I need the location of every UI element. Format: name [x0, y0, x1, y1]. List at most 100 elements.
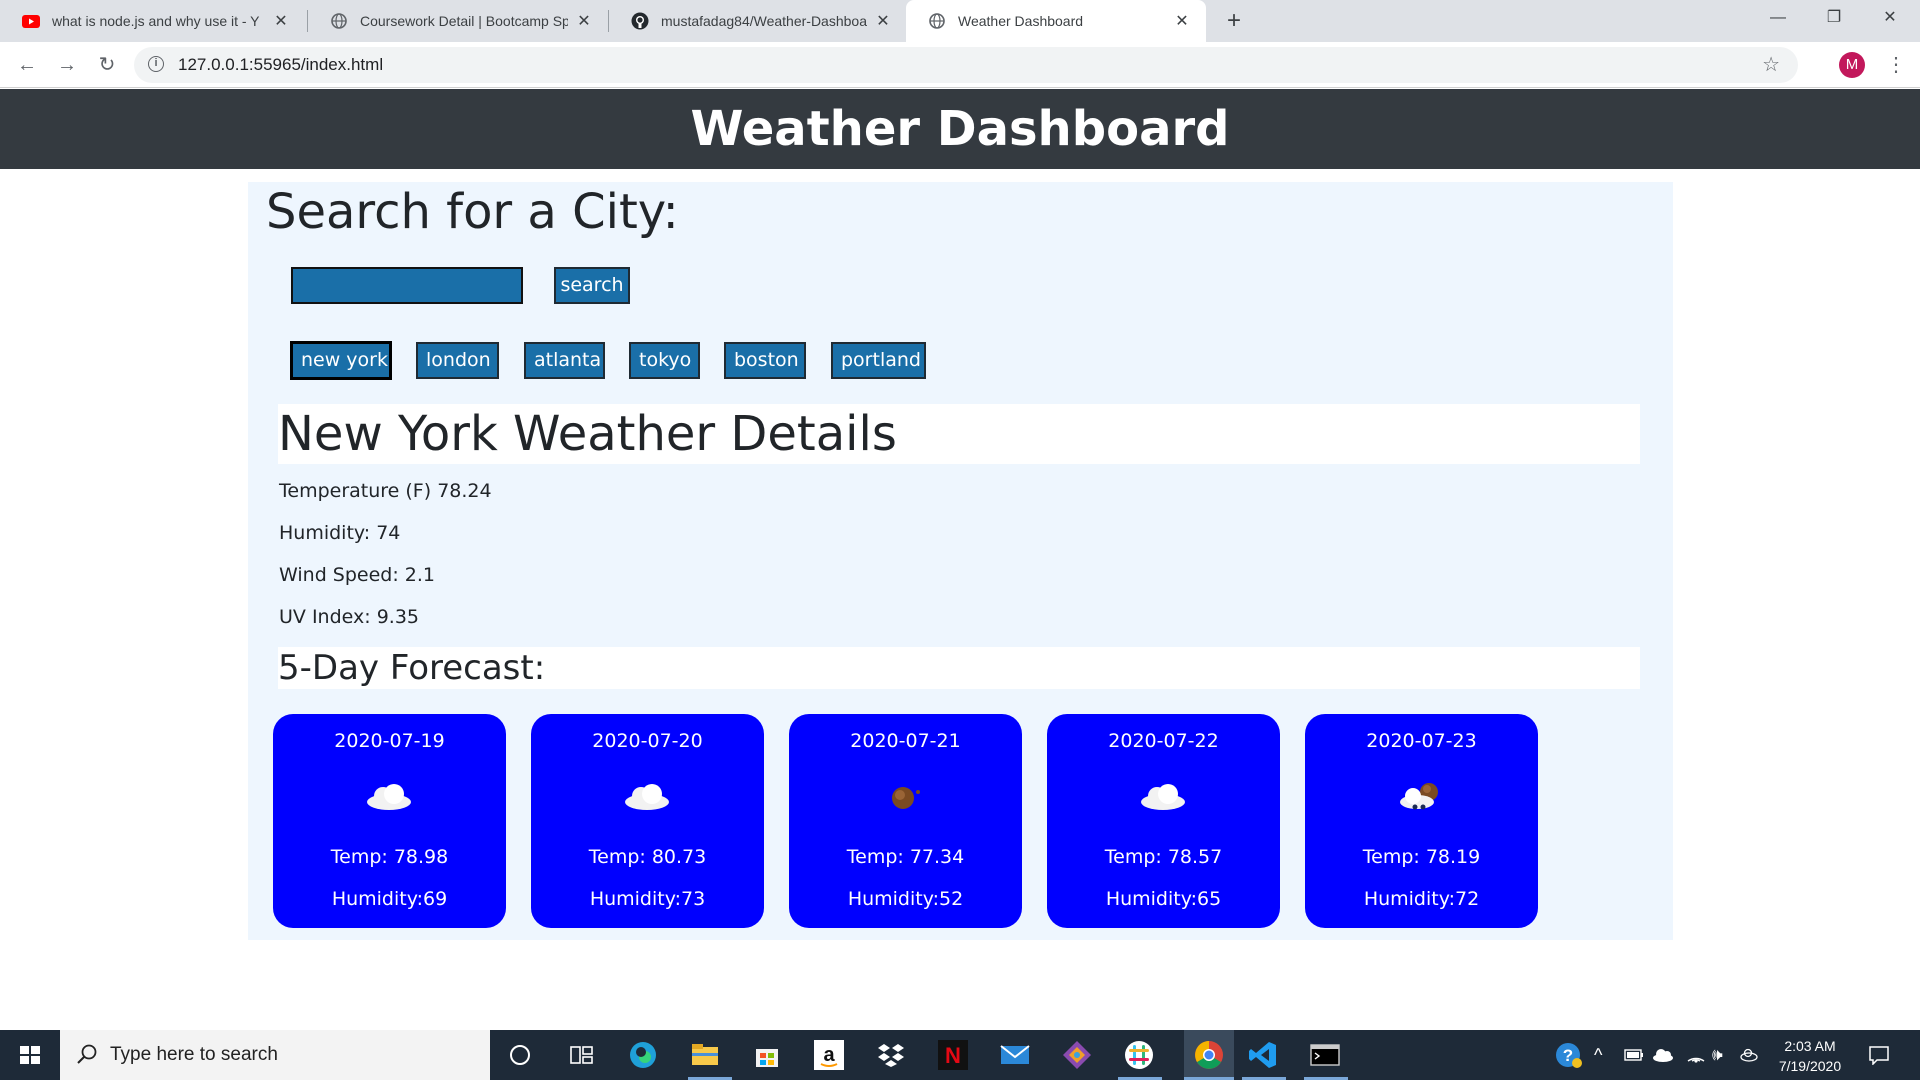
close-icon[interactable]: ✕ [873, 11, 893, 31]
close-icon[interactable]: ✕ [1172, 11, 1192, 31]
git-client-icon[interactable] [1060, 1038, 1094, 1072]
forecast-humidity: Humidity:52 [847, 888, 964, 910]
uv-index-text: UV Index: 9.35 [279, 606, 419, 628]
battery-icon[interactable] [1624, 1030, 1644, 1080]
taskbar: Type here to search a N ? ^ 🕪 2:03 AM 7/… [0, 1030, 1920, 1080]
forward-icon[interactable]: → [52, 50, 82, 80]
tab-title: mustafadag84/Weather-Dashboa [661, 13, 867, 29]
sync-icon[interactable] [1740, 1030, 1758, 1080]
windows-logo-icon [20, 1046, 40, 1064]
windows-start-button[interactable] [0, 1030, 60, 1080]
forecast-card: 2020-07-22 Temp: 78.57 Humidity:65 [1047, 714, 1280, 928]
city-button-boston[interactable]: boston [724, 342, 806, 379]
chrome-icon[interactable] [1184, 1030, 1234, 1080]
close-window-button[interactable]: ✕ [1862, 0, 1918, 36]
search-icon [77, 1044, 97, 1064]
cloud-icon [617, 776, 677, 816]
forecast-title: 5-Day Forecast: [278, 648, 546, 688]
forecast-temp: Temp: 77.34 [846, 846, 965, 868]
back-icon[interactable]: ← [12, 50, 42, 80]
system-clock[interactable]: 2:03 AM 7/19/2020 [1762, 1036, 1858, 1076]
url-text[interactable]: 127.0.0.1:55965/index.html [178, 47, 383, 83]
close-icon[interactable]: ✕ [574, 11, 594, 31]
mail-icon[interactable] [998, 1038, 1032, 1072]
clock-time: 2:03 AM [1784, 1038, 1836, 1054]
info-icon[interactable]: i [148, 56, 164, 72]
rain-cloud-icon [1391, 776, 1451, 816]
forecast-header: 5-Day Forecast: [278, 647, 1640, 689]
forecast-humidity: Humidity:72 [1363, 888, 1480, 910]
wifi-icon[interactable] [1686, 1030, 1706, 1080]
city-search-input[interactable] [291, 267, 523, 304]
help-icon[interactable]: ? [1554, 1030, 1582, 1080]
forecast-card: 2020-07-23 Temp: 78.19 Humidity:72 [1305, 714, 1538, 928]
city-button-portland[interactable]: portland [831, 342, 926, 379]
tab-youtube[interactable]: what is node.js and why use it - Y ✕ [0, 0, 305, 42]
forecast-date: 2020-07-20 [592, 730, 703, 752]
svg-text:?: ? [1563, 1046, 1573, 1065]
amazon-icon[interactable]: a [812, 1038, 846, 1072]
forecast-date: 2020-07-21 [850, 730, 961, 752]
search-button[interactable]: search [554, 267, 630, 304]
tab-coursework[interactable]: Coursework Detail | Bootcamp Sp ✕ [308, 0, 608, 42]
tab-weather-dashboard[interactable]: Weather Dashboard ✕ [906, 0, 1206, 42]
browser-toolbar: ← → ↻ i 127.0.0.1:55965/index.html ☆ M ⋮ [0, 42, 1920, 88]
close-icon[interactable]: ✕ [271, 11, 291, 31]
menu-icon[interactable]: ⋮ [1884, 50, 1908, 80]
svg-text:a: a [823, 1044, 835, 1066]
forecast-date: 2020-07-23 [1366, 730, 1477, 752]
notification-center-icon[interactable] [1868, 1030, 1890, 1080]
clock-date: 7/19/2020 [1778, 1058, 1842, 1074]
city-button-tokyo[interactable]: tokyo [629, 342, 700, 379]
vscode-icon[interactable] [1246, 1038, 1280, 1072]
forecast-card: 2020-07-21 Temp: 77.34 Humidity:52 [789, 714, 1022, 928]
taskbar-search-placeholder: Type here to search [110, 1044, 278, 1065]
forecast-humidity: Humidity:69 [331, 888, 448, 910]
cortana-icon[interactable] [503, 1038, 537, 1072]
youtube-icon [22, 12, 40, 30]
cloud-icon [1133, 776, 1193, 816]
city-button-atlanta[interactable]: atlanta [524, 342, 605, 379]
forecast-date: 2020-07-22 [1108, 730, 1219, 752]
forecast-humidity: Humidity:65 [1105, 888, 1222, 910]
volume-icon[interactable]: 🕪 [1712, 1030, 1723, 1080]
onedrive-cloud-icon[interactable] [1652, 1030, 1674, 1080]
cloud-icon [359, 776, 419, 816]
minimize-button[interactable]: — [1750, 0, 1806, 36]
wind-speed-text: Wind Speed: 2.1 [279, 564, 436, 586]
new-tab-button[interactable]: + [1219, 6, 1249, 36]
humidity-text: Humidity: 74 [279, 522, 401, 544]
reload-icon[interactable]: ↻ [92, 50, 122, 80]
terminal-icon[interactable] [1308, 1038, 1342, 1072]
browser-tab-strip: what is node.js and why use it - Y ✕ Cou… [0, 0, 1920, 42]
taskbar-search-box[interactable]: Type here to search [60, 1030, 490, 1080]
tab-title: what is node.js and why use it - Y [52, 13, 260, 29]
search-heading: Search for a City: [266, 184, 679, 240]
microsoft-store-icon[interactable] [750, 1038, 784, 1072]
dropbox-icon[interactable] [874, 1038, 908, 1072]
forecast-temp: Temp: 78.98 [330, 846, 449, 868]
city-button-london[interactable]: london [416, 342, 499, 379]
main-panel: Search for a City: search new york londo… [248, 182, 1673, 940]
forecast-humidity: Humidity:73 [589, 888, 706, 910]
address-bar[interactable]: i 127.0.0.1:55965/index.html ☆ [134, 47, 1798, 83]
task-view-icon[interactable] [564, 1038, 598, 1072]
tab-github[interactable]: mustafadag84/Weather-Dashboa ✕ [609, 0, 907, 42]
forecast-temp: Temp: 80.73 [588, 846, 707, 868]
globe-icon [330, 12, 348, 30]
svg-text:N: N [945, 1043, 961, 1068]
show-hidden-icons-chevron-icon[interactable]: ^ [1594, 1030, 1602, 1080]
restore-button[interactable]: ❐ [1806, 0, 1862, 36]
tab-title: Weather Dashboard [958, 13, 1084, 29]
forecast-card: 2020-07-20 Temp: 80.73 Humidity:73 [531, 714, 764, 928]
netflix-icon[interactable]: N [936, 1038, 970, 1072]
globe-icon [928, 12, 946, 30]
city-button-new-york[interactable]: new york [291, 342, 391, 379]
profile-avatar[interactable]: M [1839, 52, 1865, 78]
file-explorer-icon[interactable] [688, 1038, 722, 1072]
bookmark-star-icon[interactable]: ☆ [1762, 47, 1780, 83]
forecast-date: 2020-07-19 [334, 730, 445, 752]
slack-icon[interactable] [1122, 1038, 1156, 1072]
edge-browser-icon[interactable] [626, 1038, 660, 1072]
github-icon [631, 12, 649, 30]
